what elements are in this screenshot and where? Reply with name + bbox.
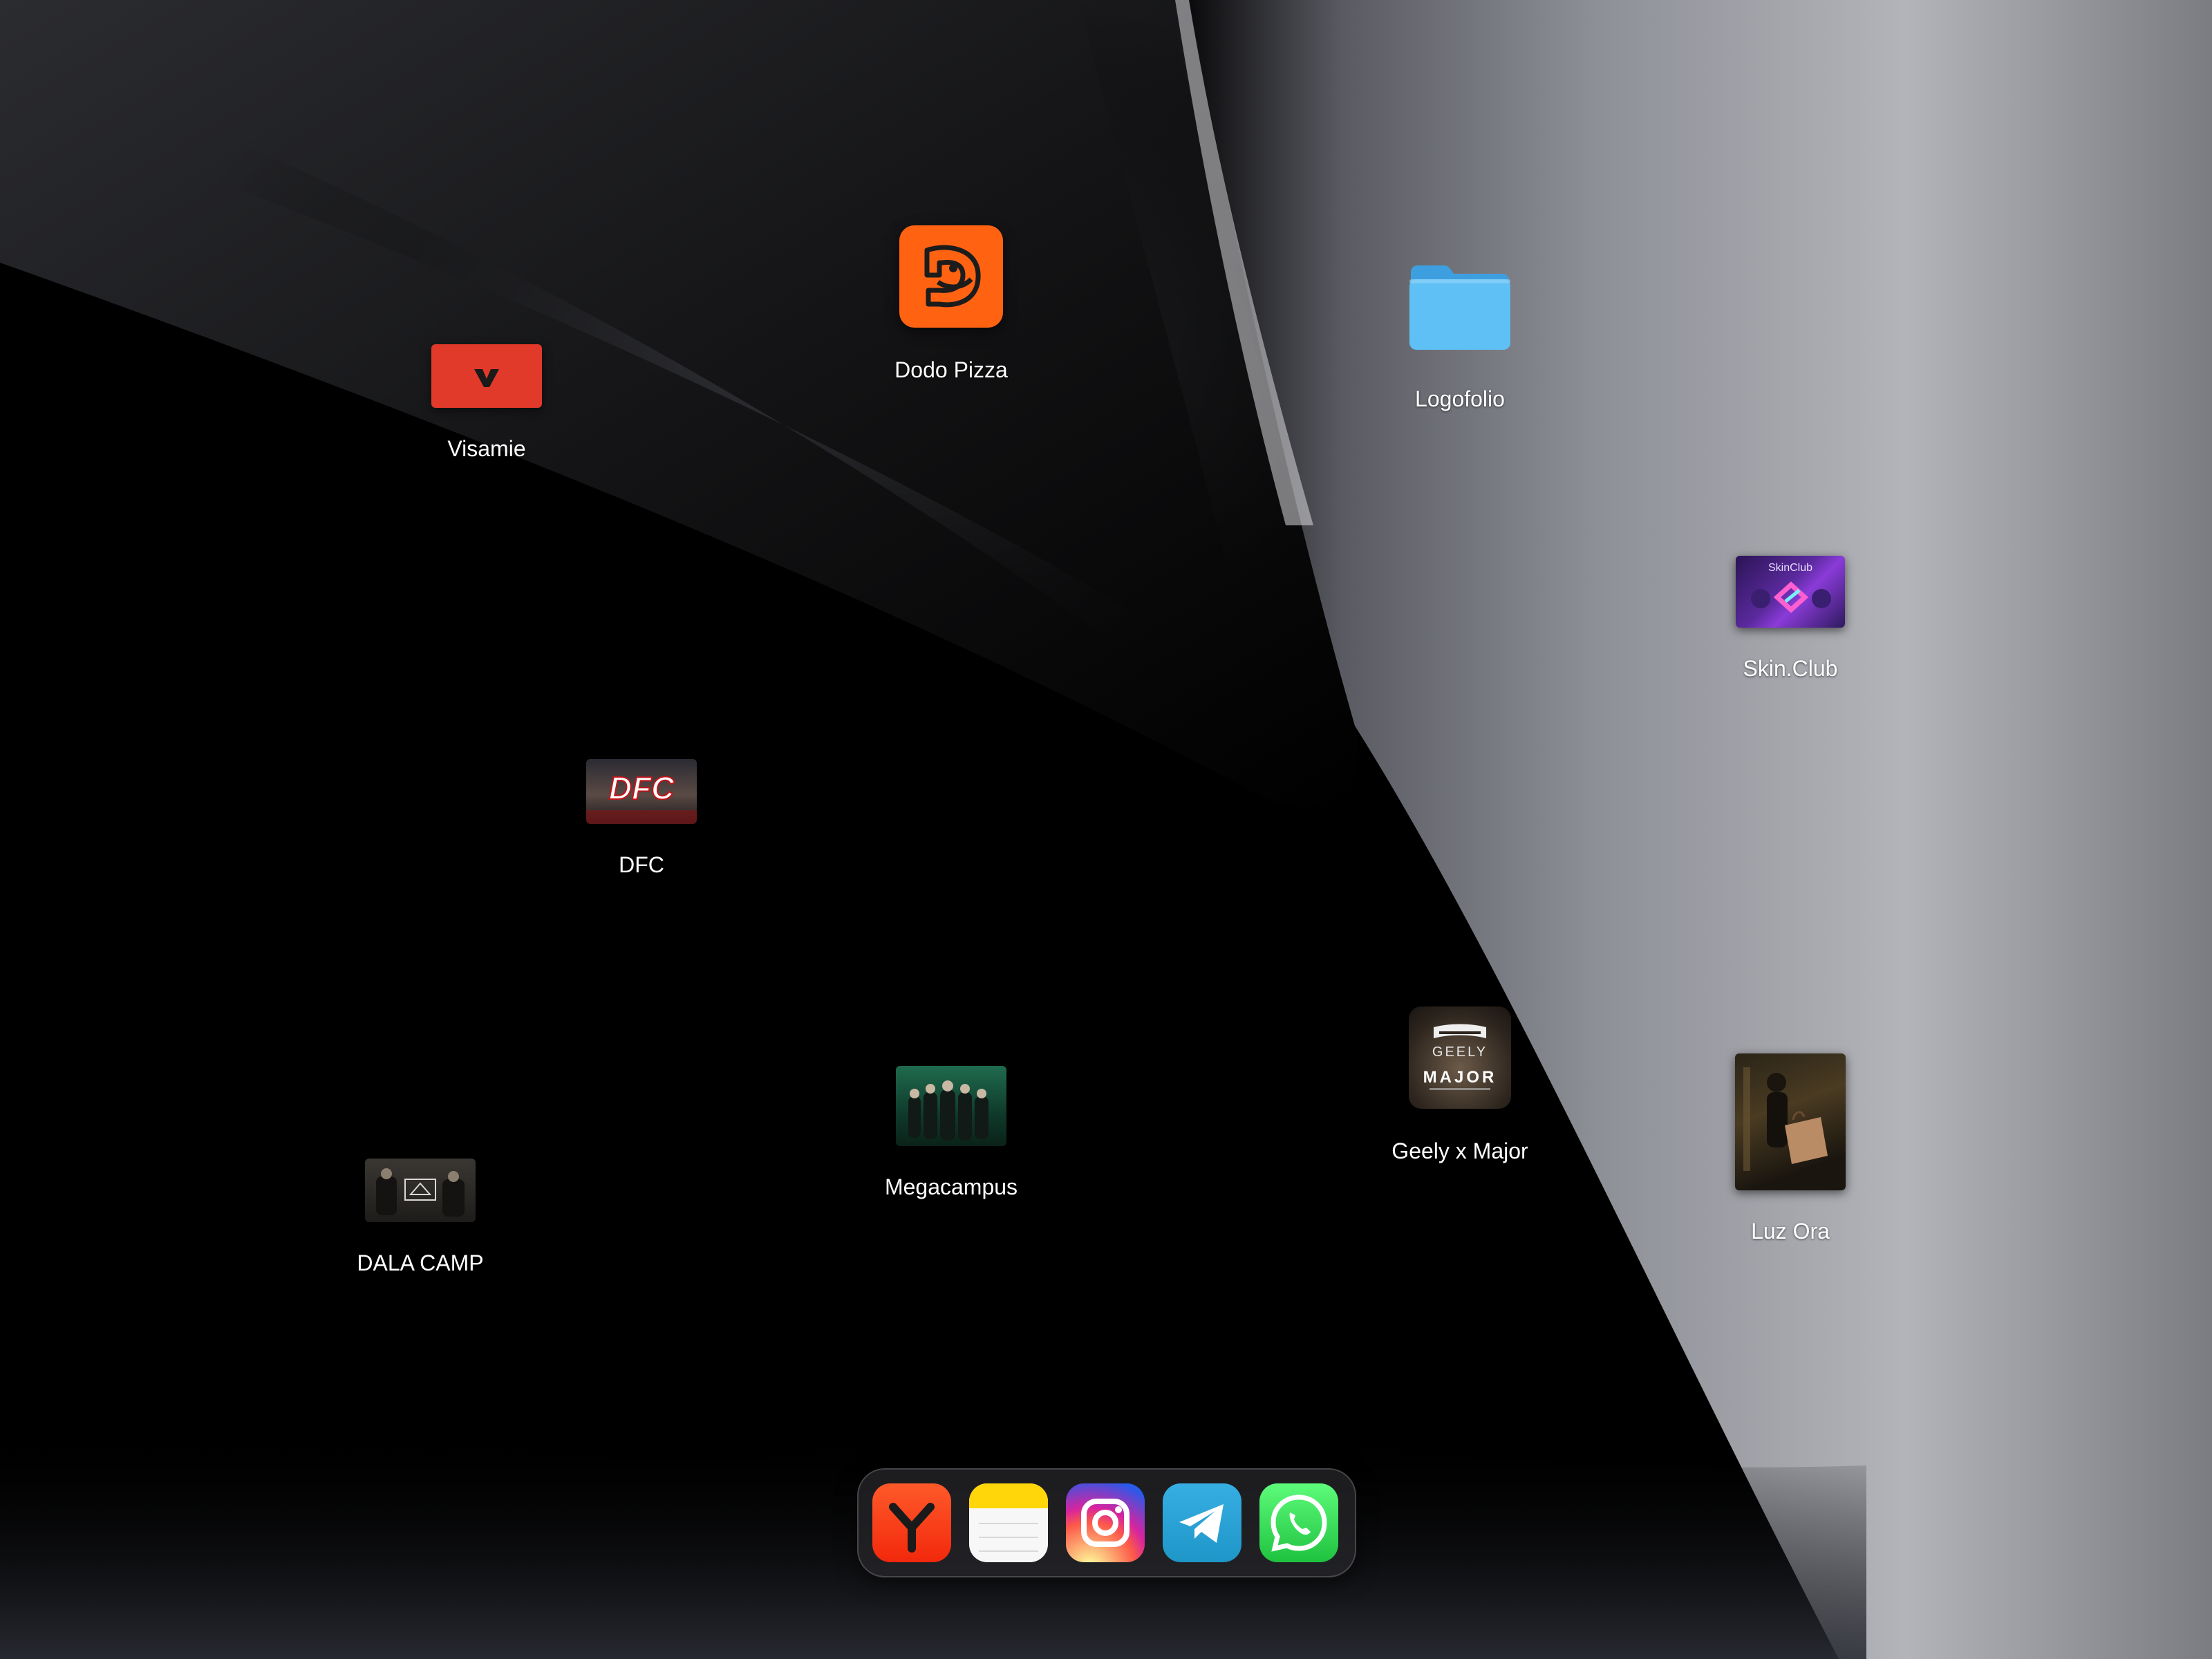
yandex-browser-icon[interactable]	[872, 1483, 951, 1562]
folder-icon	[1407, 263, 1513, 353]
desktop-icon-visamie[interactable]: Visamie	[383, 344, 590, 462]
instagram-icon[interactable]	[1066, 1483, 1145, 1562]
notes-icon[interactable]	[969, 1483, 1048, 1562]
dala-camp-thumbnail	[365, 1159, 476, 1222]
desktop-icon-label: Skin.Club	[1743, 656, 1838, 681]
desktop-icon-label: Logofolio	[1415, 386, 1505, 411]
skin-club-thumbnail: SkinClub	[1736, 556, 1845, 628]
desktop-icon-geely-major[interactable]: GEELY MAJOR Geely x Major	[1356, 1006, 1564, 1164]
dock	[857, 1468, 1356, 1577]
desktop-icon-dodo-pizza[interactable]: Dodo Pizza	[847, 225, 1055, 383]
desktop-icon-label: Luz Ora	[1751, 1219, 1830, 1244]
desktop-icon-label: Megacampus	[884, 1174, 1018, 1199]
desktop-icon-label: Visamie	[447, 436, 526, 461]
major-thumb-text: MAJOR	[1423, 1068, 1497, 1087]
desktop-icon-dala-camp[interactable]: DALA CAMP	[317, 1159, 524, 1276]
wallpaper	[0, 0, 2212, 1659]
visamie-logo-icon	[431, 344, 542, 408]
desktop-icon-luz-ora[interactable]: Luz Ora	[1687, 1053, 1894, 1244]
desktop-icon-label: Geely x Major	[1391, 1138, 1528, 1163]
desktop-icon-dfc[interactable]: DFC DFC	[538, 759, 745, 878]
desktop-icon-label: DALA CAMP	[357, 1250, 484, 1275]
desktop-icon-megacampus[interactable]: Megacampus	[847, 1066, 1055, 1200]
desktop: Visamie Dodo Pizza Logofolio SkinClub Sk…	[0, 0, 2212, 1659]
desktop-icon-skin-club[interactable]: SkinClub Skin.Club	[1687, 556, 1894, 682]
luz-ora-thumbnail	[1735, 1053, 1846, 1190]
desktop-icon-label: DFC	[619, 852, 664, 877]
megacampus-thumbnail	[896, 1066, 1006, 1146]
dfc-thumbnail: DFC	[586, 759, 697, 824]
telegram-icon[interactable]	[1163, 1483, 1241, 1562]
desktop-icon-label: Dodo Pizza	[894, 357, 1008, 382]
desktop-icon-logofolio[interactable]: Logofolio	[1356, 263, 1564, 412]
whatsapp-icon[interactable]	[1259, 1483, 1338, 1562]
geely-major-logo-icon: GEELY MAJOR	[1409, 1006, 1511, 1109]
dodo-pizza-logo-icon	[899, 225, 1003, 328]
dfc-thumb-text: DFC	[609, 770, 675, 806]
skin-club-thumb-text: SkinClub	[1768, 562, 1812, 574]
geely-thumb-text: GEELY	[1432, 1044, 1488, 1060]
